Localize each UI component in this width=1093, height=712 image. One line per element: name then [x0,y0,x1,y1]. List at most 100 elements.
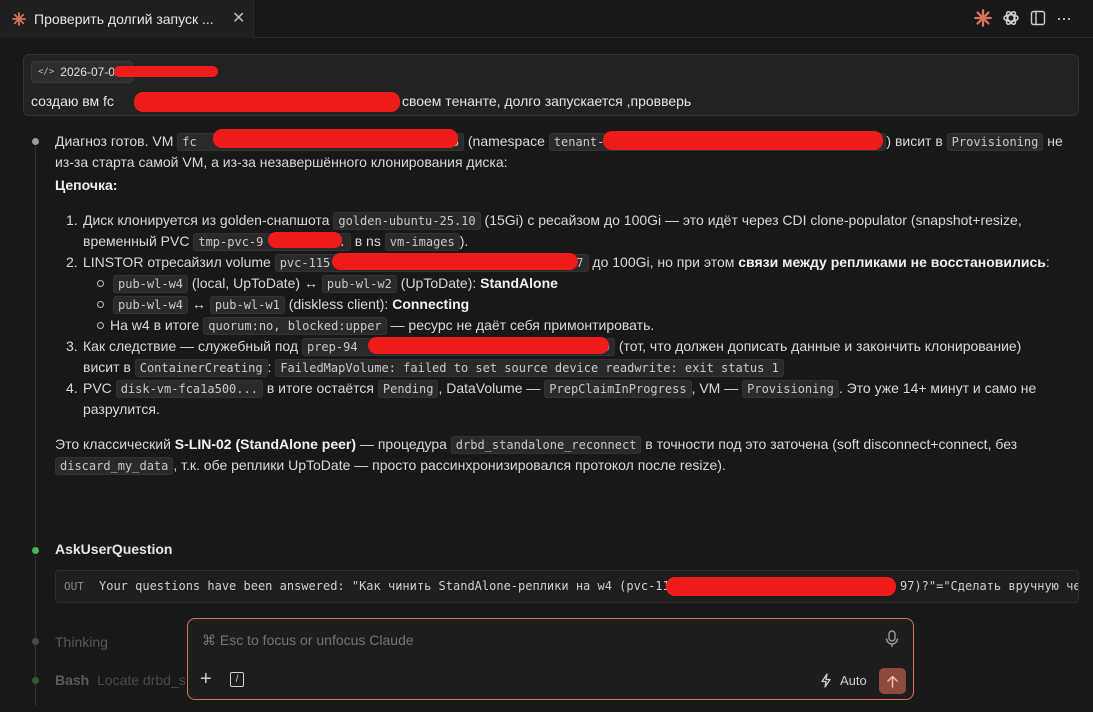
code-snapshot: golden-ubuntu-25.10 [333,212,481,230]
code-flag: discard_my_data [55,457,174,475]
composer: + / Auto [187,618,914,700]
redaction [213,129,458,148]
text: Диск клонируется из golden-снапшота [83,212,334,228]
bash-desc: Locate drbd_s [97,672,186,688]
user-text-suffix: 6 в своем тенанте, долго запускается ,пр… [378,93,692,109]
text: prep-94 [306,340,358,354]
arrow-up-icon [887,675,898,688]
text: S-LIN-02 (StandAlone peer) [174,436,357,452]
code-ns: vm-images [384,233,460,251]
faded-bullet [32,677,39,684]
text: не [1043,133,1063,149]
redaction [603,131,883,150]
tab-title: Проверить долгий запуск ... [34,11,214,27]
code-node: pub-wl-w2 [321,275,397,293]
text: (namespace [467,133,549,149]
faded-bullet [32,638,39,645]
code-quorum: quorum:no, blocked:upper [203,317,387,335]
code-datavolume: PrepClaimInProgress [544,380,692,398]
code-node: pub-wl-w4 [113,275,189,293]
title-bar-actions: ··· [974,9,1072,27]
redaction [134,92,400,112]
text: : [1045,254,1050,270]
text: временный PVC [83,233,194,249]
list-number: 4. [66,380,78,396]
list-item-3-line-2: висит в ContainerCreating: FailedMapVolu… [83,357,784,378]
add-icon[interactable]: + [200,669,212,689]
code-icon: </> [38,67,55,77]
tool-label: AskUserQuestion [55,541,173,557]
summary-line-1: Это классический S-LIN-02 (StandAlone pe… [55,434,1017,455]
text: LINSTOR отресайзил volume [83,254,275,270]
claude-icon[interactable] [974,9,992,27]
text: , VM — [691,380,743,396]
more-icon[interactable]: ··· [1056,9,1072,27]
text: — процедура [356,436,451,452]
close-icon[interactable]: ✕ [232,11,245,27]
timeline-line [35,146,36,546]
text: ) висит в [886,133,947,149]
tool-output: OUT Your questions have been answered: "… [55,570,1079,603]
mode-label: Auto [840,673,867,688]
bash-label: Bash [55,672,90,688]
response-line-2: из-за старта самой VM, а из-за незавершё… [55,154,508,170]
text: связи между репликами не восстановились [738,254,1046,270]
text: , DataVolume — [438,380,545,396]
text: ). [459,233,469,249]
text: PVC [83,380,116,396]
text: tmp-pvc-9 [198,235,264,249]
sub-bullet [97,322,104,329]
text: (diskless client): [284,296,393,312]
user-text-prefix: создаю вм fc [31,93,114,109]
editor-tab[interactable]: Проверить долгий запуск ... ✕ [0,0,254,38]
user-message: </> 2026-07-02 создаю вм fc 6 в своем тен… [23,54,1079,116]
response-line-1: Диагноз готов. VM fc6 (namespace tenant-… [55,131,1063,152]
text: Your questions have been answered: "Как … [99,579,677,593]
code-pvc: disk-vm-fca1a500... [115,380,263,398]
openai-icon[interactable] [1002,9,1020,27]
code-status: ContainerCreating [134,359,268,377]
redaction [268,232,342,248]
text: Это классический [55,436,175,452]
list-item-4-line-1: PVC disk-vm-fca1a500... в итоге остаётся… [83,378,1036,399]
text: (UpToDate): [396,275,481,291]
claude-logo-icon [12,12,26,26]
redaction [368,337,609,354]
code-error: FailedMapVolume: failed to set source de… [275,359,784,377]
thinking-label: Thinking [55,634,108,650]
text: ↔ [188,296,210,312]
lightning-icon [821,673,831,688]
text: Диагноз готов. VM [55,133,178,149]
output-text: Your questions have been answered: "Как … [99,579,1078,593]
prompt-input[interactable] [202,632,842,648]
text: StandAlone [480,275,558,291]
text: (15Gi) с ресайзом до 100Gi — это идёт че… [480,212,1022,228]
text: , т.к. обе реплики UpToDate — просто рас… [173,457,726,473]
sub-item-2: pub-wl-w4 ↔ pub-wl-w1 (diskless client):… [113,294,469,315]
code-procedure: drbd_standalone_reconnect [450,436,642,454]
split-panel-icon[interactable] [1030,10,1046,26]
text: Connecting [392,296,470,312]
microphone-icon[interactable] [885,630,899,648]
success-bullet [32,547,39,554]
sub-item-1: pub-wl-w4 (local, UpToDate) ↔ pub-wl-w2 … [113,273,558,294]
mode-selector[interactable]: Auto [820,673,867,688]
text: tenant- [553,135,605,149]
slash-command-icon[interactable]: / [230,672,244,687]
output-tag: OUT [64,580,84,593]
redaction [332,253,578,270]
text: fc [182,135,197,149]
list-item-1-line-1: Диск клонируется из golden-снапшота gold… [83,210,1022,231]
code-node: pub-wl-w4 [113,296,189,314]
text: в итоге остаётся [262,380,378,396]
code-vm-state: Provisioning [742,380,839,398]
title-bar: Проверить долгий запуск ... ✕ ··· [0,0,1093,38]
sub-bullet [97,301,104,308]
text: . Это уже 14+ минут и само не [838,380,1037,396]
send-button[interactable] [879,668,906,694]
list-item-4-line-2: разрулится. [83,401,160,417]
list-number: 1. [66,212,78,228]
text: pvc-115 [279,256,331,270]
text: висит в [83,359,135,375]
summary-line-2: discard_my_data, т.к. обе реплики UpToDa… [55,455,726,476]
